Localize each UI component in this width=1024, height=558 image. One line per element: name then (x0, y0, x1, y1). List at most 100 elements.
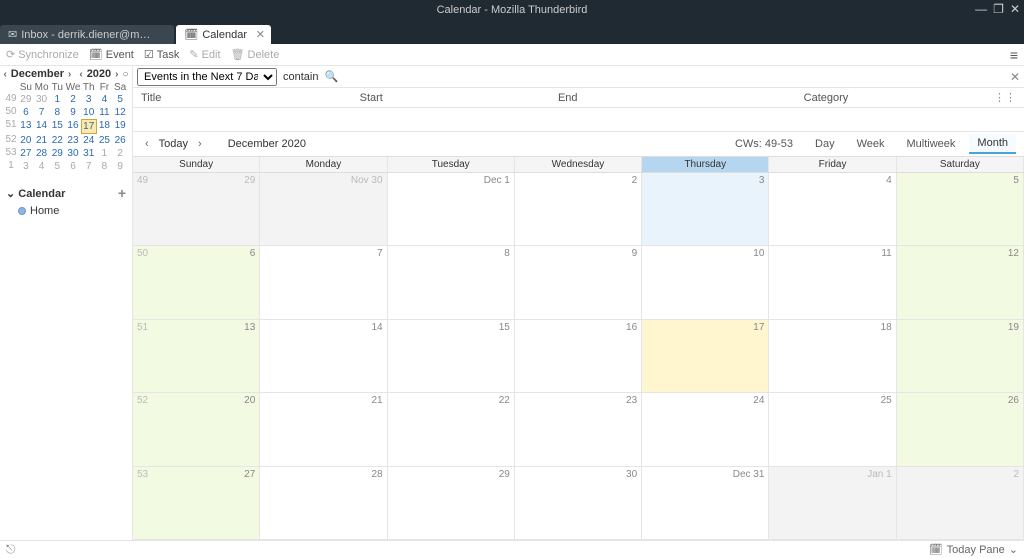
col-category[interactable]: Category (666, 92, 986, 104)
minical-day[interactable]: 16 (65, 119, 81, 134)
grid-day-cell[interactable]: 8 (388, 246, 515, 318)
minical-day[interactable]: 29 (49, 147, 65, 160)
year-next-icon[interactable]: › (115, 69, 118, 80)
grid-day-cell[interactable]: 29 (388, 467, 515, 539)
grid-day-cell[interactable]: 17 (642, 320, 769, 392)
minical-day[interactable]: 9 (112, 160, 128, 173)
tab-close-icon[interactable]: ✕ (256, 28, 265, 41)
grid-day-cell[interactable]: 2753 (133, 467, 260, 539)
minical-day[interactable]: 23 (65, 134, 81, 147)
minical-day[interactable]: 7 (81, 160, 97, 173)
minical-day[interactable]: 8 (97, 160, 113, 173)
mini-calendar[interactable]: ‹ December › ‹ 2020 › ○ SuMoTuWeThFrSa 4… (0, 66, 132, 179)
minical-day[interactable]: 20 (18, 134, 34, 147)
minical-day[interactable]: 18 (97, 119, 113, 134)
minical-day[interactable]: 1 (97, 147, 113, 160)
event-button[interactable]: 🗓 Event (89, 48, 134, 61)
minical-day[interactable]: 28 (34, 147, 50, 160)
minical-day[interactable]: 5 (112, 93, 128, 106)
minical-day[interactable]: 24 (81, 134, 97, 147)
column-picker-icon[interactable]: ⋮⋮ (986, 91, 1024, 104)
minical-day[interactable]: 6 (65, 160, 81, 173)
minical-day[interactable]: 27 (18, 147, 34, 160)
grid-day-cell[interactable]: 2949 (133, 173, 260, 245)
minimize-icon[interactable]: — (975, 2, 987, 16)
minical-day[interactable]: 11 (97, 106, 113, 119)
minical-day[interactable]: 1 (49, 93, 65, 106)
menu-icon[interactable]: ≡ (1010, 47, 1018, 63)
add-calendar-icon[interactable]: + (118, 185, 126, 201)
minical-day[interactable]: 25 (97, 134, 113, 147)
minical-day[interactable]: 2 (65, 93, 81, 106)
grid-day-cell[interactable]: 25 (769, 393, 896, 465)
grid-day-cell[interactable]: 14 (260, 320, 387, 392)
minical-day[interactable]: 17 (81, 119, 97, 134)
minical-day[interactable]: 10 (81, 106, 97, 119)
delete-button[interactable]: 🗑 Delete (231, 48, 280, 61)
view-multiweek[interactable]: Multiweek (899, 135, 964, 153)
minical-day[interactable]: 8 (49, 106, 65, 119)
grid-day-cell[interactable]: Nov 30 (260, 173, 387, 245)
minical-day[interactable]: 5 (49, 160, 65, 173)
tab-inbox[interactable]: ✉ Inbox - derrik.diener@m… (0, 25, 174, 44)
grid-day-cell[interactable]: 18 (769, 320, 896, 392)
grid-day-cell[interactable]: 10 (642, 246, 769, 318)
month-next-icon[interactable]: › (68, 69, 71, 80)
grid-day-cell[interactable]: 19 (897, 320, 1024, 392)
minical-day[interactable]: 15 (49, 119, 65, 134)
year-prev-icon[interactable]: ‹ (79, 69, 82, 80)
search-icon[interactable]: 🔍 (324, 70, 338, 83)
grid-day-cell[interactable]: Dec 31 (642, 467, 769, 539)
grid-day-cell[interactable]: 21 (260, 393, 387, 465)
grid-day-cell[interactable]: 2 (515, 173, 642, 245)
minical-day[interactable]: 13 (18, 119, 34, 134)
status-icon[interactable]: ⎋ (6, 542, 16, 557)
col-end[interactable]: End (470, 92, 667, 104)
grid-day-cell[interactable]: 30 (515, 467, 642, 539)
grid-day-cell[interactable]: 16 (515, 320, 642, 392)
minical-day[interactable]: 12 (112, 106, 128, 119)
minical-day[interactable]: 7 (34, 106, 50, 119)
grid-day-cell[interactable]: 7 (260, 246, 387, 318)
grid-day-cell[interactable]: 2052 (133, 393, 260, 465)
view-week[interactable]: Week (849, 135, 893, 153)
prev-period-icon[interactable]: ‹ (141, 138, 153, 150)
view-day[interactable]: Day (807, 135, 843, 153)
grid-day-cell[interactable]: 650 (133, 246, 260, 318)
synchronize-button[interactable]: ⟳ Synchronize (6, 48, 79, 61)
grid-day-cell[interactable]: 22 (388, 393, 515, 465)
minical-day[interactable]: 6 (18, 106, 34, 119)
view-month[interactable]: Month (969, 134, 1016, 154)
today-pane-toggle[interactable]: 🗓 Today Pane ⌄ (929, 543, 1018, 556)
minical-day[interactable]: 3 (18, 160, 34, 173)
grid-day-cell[interactable]: 5 (897, 173, 1024, 245)
grid-day-cell[interactable]: 24 (642, 393, 769, 465)
minical-day[interactable]: 26 (112, 134, 128, 147)
month-prev-icon[interactable]: ‹ (3, 69, 6, 80)
grid-day-cell[interactable]: 15 (388, 320, 515, 392)
minical-day[interactable]: 30 (34, 93, 50, 106)
minical-day[interactable]: 22 (49, 134, 65, 147)
col-start[interactable]: Start (273, 92, 470, 104)
grid-day-cell[interactable]: Jan 1 (769, 467, 896, 539)
grid-day-cell[interactable]: 9 (515, 246, 642, 318)
minical-year[interactable]: 2020 (87, 68, 111, 80)
grid-day-cell[interactable]: 11 (769, 246, 896, 318)
minical-day[interactable]: 29 (18, 93, 34, 106)
grid-day-cell[interactable]: 23 (515, 393, 642, 465)
minical-day[interactable]: 31 (81, 147, 97, 160)
grid-day-cell[interactable]: 1351 (133, 320, 260, 392)
grid-day-cell[interactable]: 28 (260, 467, 387, 539)
today-jump-icon[interactable]: ○ (123, 69, 129, 80)
calendar-group-header[interactable]: ⌄ Calendar + (0, 183, 132, 203)
grid-day-cell[interactable]: 3 (642, 173, 769, 245)
col-title[interactable]: Title (133, 92, 273, 104)
minical-day[interactable]: 2 (112, 147, 128, 160)
range-select[interactable]: Events in the Next 7 Days (137, 68, 277, 86)
grid-day-cell[interactable]: 2 (897, 467, 1024, 539)
minical-day[interactable]: 30 (65, 147, 81, 160)
grid-day-cell[interactable]: 26 (897, 393, 1024, 465)
maximize-icon[interactable]: ❐ (993, 2, 1004, 16)
today-link[interactable]: Today (159, 138, 188, 150)
task-button[interactable]: ☑ Task (144, 48, 180, 61)
